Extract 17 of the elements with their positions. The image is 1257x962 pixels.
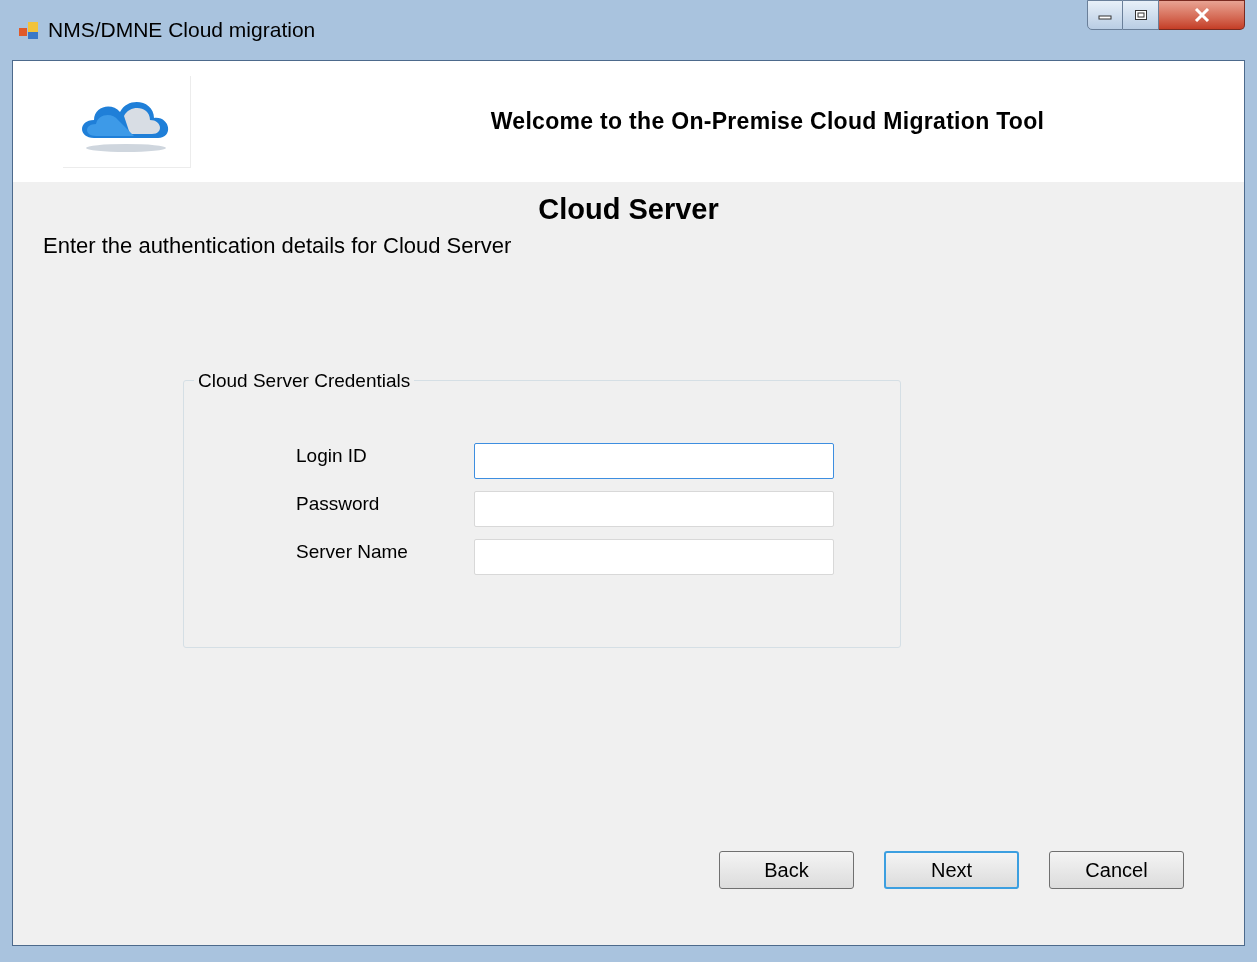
field-label: Server Name [295, 539, 409, 564]
app-icon [18, 19, 40, 41]
maximize-icon [1133, 9, 1148, 21]
page-heading: Cloud Server [538, 192, 719, 227]
minimize-button[interactable] [1087, 0, 1123, 30]
field-label: Password [295, 491, 381, 516]
header-title: Welcome to the On-Premise Cloud Migration Tool [490, 107, 1045, 137]
dialog-button[interactable]: Back [719, 851, 854, 889]
close-button[interactable] [1159, 0, 1245, 30]
dialog-button[interactable]: Next [884, 851, 1019, 889]
maximize-button[interactable] [1123, 0, 1159, 30]
close-icon [1193, 8, 1210, 22]
input-field[interactable] [474, 442, 834, 479]
window-title: NMS/DMNE Cloud migration [48, 17, 316, 44]
field-label: Login ID [295, 443, 368, 468]
dialog-button[interactable]: Cancel [1049, 851, 1184, 889]
instruction-text: Enter the authentication details for Cloud Server [43, 231, 513, 260]
